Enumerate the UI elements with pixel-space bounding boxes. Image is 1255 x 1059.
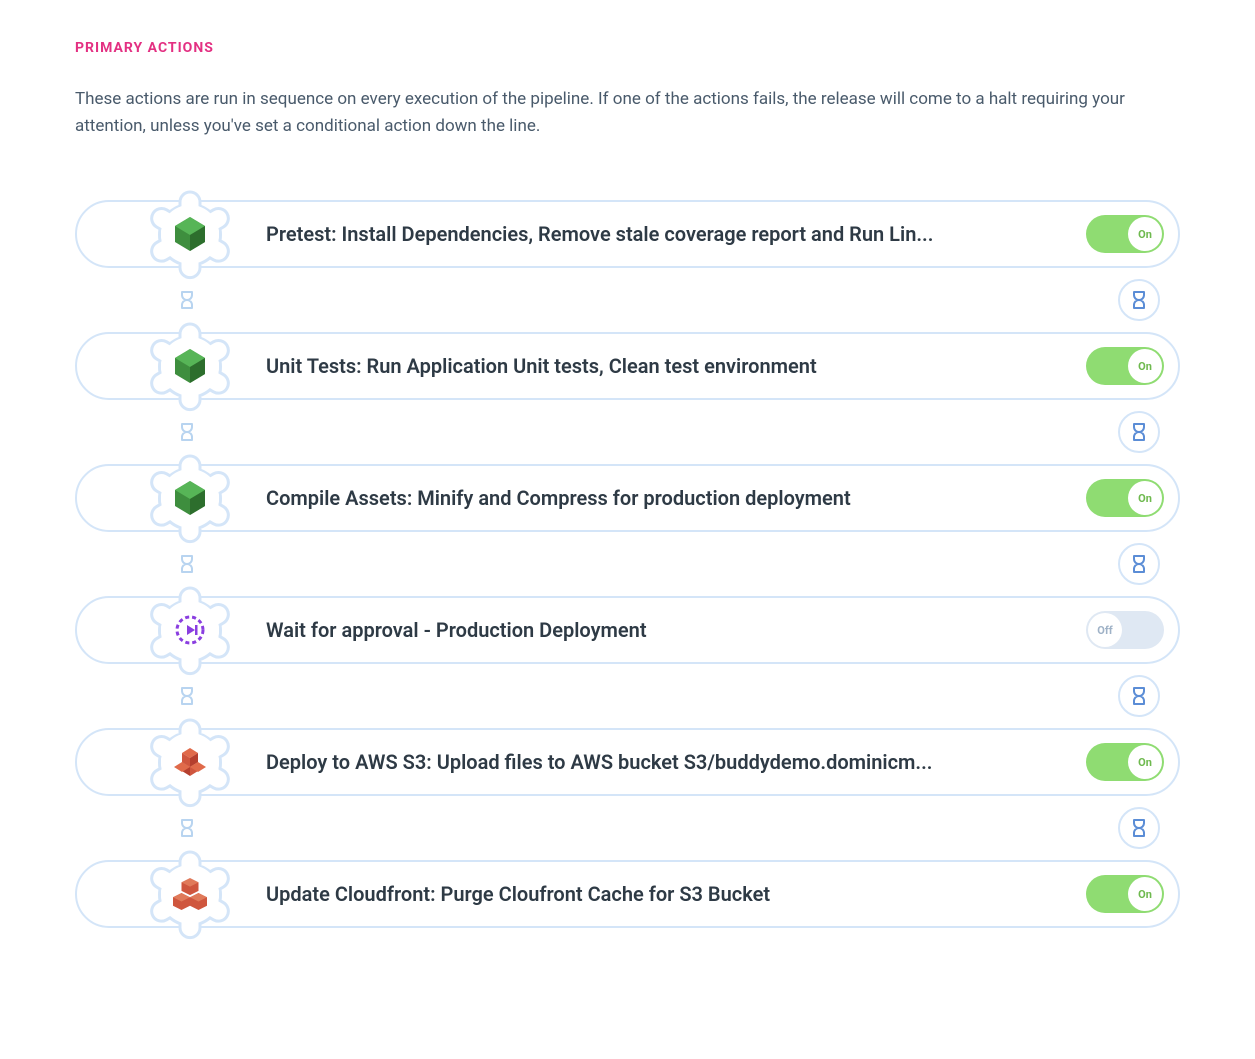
section-description: These actions are run in sequence on eve… xyxy=(75,86,1175,140)
hourglass-icon xyxy=(165,806,209,850)
pipeline-connector xyxy=(75,400,1180,464)
aws-cloudfront-icon xyxy=(173,877,207,911)
pipeline-connector xyxy=(75,532,1180,596)
action-gear-badge xyxy=(142,318,238,414)
toggle-state-label: Off xyxy=(1088,613,1122,647)
action-toggle[interactable]: On xyxy=(1086,875,1164,913)
toggle-state-label: On xyxy=(1128,745,1162,779)
pipeline-actions-list: Pretest: Install Dependencies, Remove st… xyxy=(75,200,1180,928)
action-title: Compile Assets: Minify and Compress for … xyxy=(266,486,1086,510)
action-gear-badge xyxy=(142,582,238,678)
action-title: Deploy to AWS S3: Upload files to AWS bu… xyxy=(266,750,1086,774)
action-toggle[interactable]: On xyxy=(1086,215,1164,253)
nodejs-icon xyxy=(173,347,207,385)
wait-approval-icon xyxy=(175,615,205,645)
pipeline-connector xyxy=(75,796,1180,860)
toggle-state-label: On xyxy=(1128,349,1162,383)
action-gear-badge xyxy=(142,450,238,546)
action-toggle[interactable]: On xyxy=(1086,347,1164,385)
toggle-state-label: On xyxy=(1128,217,1162,251)
hourglass-badge-icon[interactable] xyxy=(1118,411,1160,453)
hourglass-badge-icon[interactable] xyxy=(1118,543,1160,585)
pipeline-action-row[interactable]: Deploy to AWS S3: Upload files to AWS bu… xyxy=(75,728,1180,796)
action-gear-badge xyxy=(142,186,238,282)
action-toggle[interactable]: Off xyxy=(1086,611,1164,649)
action-title: Wait for approval - Production Deploymen… xyxy=(266,618,1086,642)
action-toggle[interactable]: On xyxy=(1086,479,1164,517)
nodejs-icon xyxy=(173,479,207,517)
pipeline-action-row[interactable]: Update Cloudfront: Purge Cloufront Cache… xyxy=(75,860,1180,928)
pipeline-action-row[interactable]: Compile Assets: Minify and Compress for … xyxy=(75,464,1180,532)
nodejs-icon xyxy=(173,215,207,253)
action-gear-badge xyxy=(142,714,238,810)
pipeline-action-row[interactable]: Pretest: Install Dependencies, Remove st… xyxy=(75,200,1180,268)
aws-s3-icon xyxy=(173,745,207,779)
action-title: Update Cloudfront: Purge Cloufront Cache… xyxy=(266,882,1086,906)
pipeline-action-row[interactable]: Wait for approval - Production Deploymen… xyxy=(75,596,1180,664)
pipeline-action-row[interactable]: Unit Tests: Run Application Unit tests, … xyxy=(75,332,1180,400)
pipeline-connector xyxy=(75,664,1180,728)
hourglass-badge-icon[interactable] xyxy=(1118,807,1160,849)
section-heading: PRIMARY ACTIONS xyxy=(75,40,1180,56)
hourglass-badge-icon[interactable] xyxy=(1118,675,1160,717)
hourglass-icon xyxy=(165,674,209,718)
action-title: Unit Tests: Run Application Unit tests, … xyxy=(266,354,1086,378)
toggle-state-label: On xyxy=(1128,877,1162,911)
hourglass-icon xyxy=(165,542,209,586)
action-gear-badge xyxy=(142,846,238,942)
hourglass-icon xyxy=(165,278,209,322)
hourglass-badge-icon[interactable] xyxy=(1118,279,1160,321)
pipeline-connector xyxy=(75,268,1180,332)
hourglass-icon xyxy=(165,410,209,454)
toggle-state-label: On xyxy=(1128,481,1162,515)
action-title: Pretest: Install Dependencies, Remove st… xyxy=(266,222,1086,246)
action-toggle[interactable]: On xyxy=(1086,743,1164,781)
